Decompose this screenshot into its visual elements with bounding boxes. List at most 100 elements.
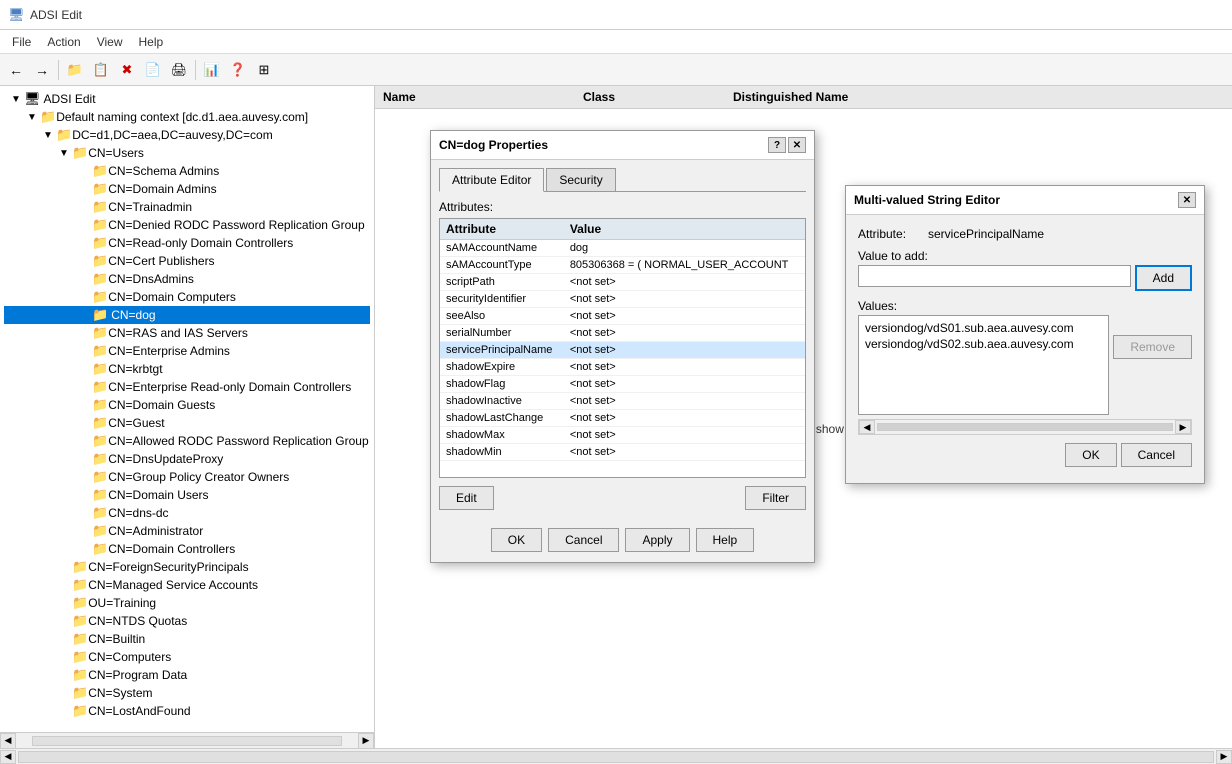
tree-label-denied-rodc: CN=Denied RODC Password Replication Grou… [108, 218, 364, 232]
tree-label-gpo: CN=Group Policy Creator Owners [108, 470, 289, 484]
expand-icon-users[interactable]: ▼ [56, 145, 72, 161]
tree-item-domain-controllers[interactable]: 📁 CN=Domain Controllers [4, 540, 370, 558]
col-header-name: Name [383, 90, 583, 104]
tree-label-users: CN=Users [88, 146, 144, 160]
tree-item-guest[interactable]: 📁 CN=Guest [4, 414, 370, 432]
tree-item-readonly-dc[interactable]: 📁 CN=Read-only Domain Controllers [4, 234, 370, 252]
menu-help[interactable]: Help [131, 33, 172, 51]
folder-icon-lost-found: 📁 [72, 703, 88, 719]
tree-item-enterprise-admins[interactable]: 📁 CN=Enterprise Admins [4, 342, 370, 360]
app-icon: 🖥 [8, 7, 24, 23]
hscroll-right[interactable]: ▶ [1216, 750, 1232, 764]
menu-view[interactable]: View [89, 33, 131, 51]
title-bar: 🖥 ADSI Edit [0, 0, 1232, 30]
scroll-track[interactable] [32, 736, 342, 746]
tree-label-administrator: CN=Administrator [108, 524, 203, 538]
left-panel: ▼ 🖥 ADSI Edit ▼ 📁 Default naming context… [0, 86, 375, 748]
tree-label-domain-computers: CN=Domain Computers [108, 290, 236, 304]
folder-icon-system: 📁 [72, 685, 88, 701]
folder-icon-program-data: 📁 [72, 667, 88, 683]
tree-item-enterprise-rodc[interactable]: 📁 CN=Enterprise Read-only Domain Control… [4, 378, 370, 396]
toolbar-print[interactable]: 🖨 [167, 58, 191, 82]
toolbar-grid[interactable]: ⊞ [252, 58, 276, 82]
tree-item-dns-update-proxy[interactable]: 📁 CN=DnsUpdateProxy [4, 450, 370, 468]
scroll-right-btn[interactable]: ▶ [358, 733, 374, 749]
tree-item-computers[interactable]: 📁 CN=Computers [4, 648, 370, 666]
toolbar-properties[interactable]: 📄 [141, 58, 165, 82]
tree-label-enterprise-admins: CN=Enterprise Admins [108, 344, 230, 358]
tree-item-system[interactable]: 📁 CN=System [4, 684, 370, 702]
tree-item-administrator[interactable]: 📁 CN=Administrator [4, 522, 370, 540]
tree-item-foreign-security[interactable]: 📁 CN=ForeignSecurityPrincipals [4, 558, 370, 576]
tree-label-domain-controllers: CN=Domain Controllers [108, 542, 235, 556]
tree-item-dns-dc[interactable]: 📁 CN=dns-dc [4, 504, 370, 522]
tree-item-users[interactable]: ▼ 📁 CN=Users [4, 144, 370, 162]
tree-item-cn-dog[interactable]: 📁 CN=dog [4, 306, 370, 324]
expand-icon-root[interactable]: ▼ [8, 91, 24, 107]
scroll-left-btn[interactable]: ◀ [0, 733, 16, 749]
tree-horizontal-scrollbar[interactable]: ◀ ▶ [0, 732, 374, 748]
tree-item-ras-ias[interactable]: 📁 CN=RAS and IAS Servers [4, 324, 370, 342]
toolbar-back[interactable]: ← [4, 58, 28, 82]
folder-icon-krbtgt: 📁 [92, 361, 108, 377]
folder-icon-gpo: 📁 [92, 469, 108, 485]
tree-label-allowed-rodc: CN=Allowed RODC Password Replication Gro… [108, 434, 368, 448]
tree-item-program-data[interactable]: 📁 CN=Program Data [4, 666, 370, 684]
tree-item-dc[interactable]: ▼ 📁 DC=d1,DC=aea,DC=auvesy,DC=com [4, 126, 370, 144]
toolbar-sep-1 [58, 60, 59, 80]
tree-item-domain-computers[interactable]: 📁 CN=Domain Computers [4, 288, 370, 306]
tree-item-domain-users[interactable]: 📁 CN=Domain Users [4, 486, 370, 504]
tree-item-ntds-quotas[interactable]: 📁 CN=NTDS Quotas [4, 612, 370, 630]
toolbar-chart[interactable]: 📊 [200, 58, 224, 82]
tree-label-root: ADSI Edit [44, 92, 96, 106]
hscroll-left[interactable]: ◀ [0, 750, 16, 764]
folder-icon-dc: 📁 [56, 127, 72, 143]
tree-label-domain-guests: CN=Domain Guests [108, 398, 215, 412]
tree-item-krbtgt[interactable]: 📁 CN=krbtgt [4, 360, 370, 378]
tree-item-cert-publishers[interactable]: 📁 CN=Cert Publishers [4, 252, 370, 270]
tree-item-gpo[interactable]: 📁 CN=Group Policy Creator Owners [4, 468, 370, 486]
folder-icon-ou-training: 📁 [72, 595, 88, 611]
tree-label-lost-found: CN=LostAndFound [88, 704, 190, 718]
tree-item-managed-service[interactable]: 📁 CN=Managed Service Accounts [4, 576, 370, 594]
folder-icon-readonly-dc: 📁 [92, 235, 108, 251]
bottom-scrollbar[interactable] [18, 751, 1214, 763]
folder-icon-builtin: 📁 [72, 631, 88, 647]
tree-item-lost-found[interactable]: 📁 CN=LostAndFound [4, 702, 370, 720]
menu-file[interactable]: File [4, 33, 39, 51]
tree-item-root[interactable]: ▼ 🖥 ADSI Edit [4, 90, 370, 108]
tree-item-ou-training[interactable]: 📁 OU=Training [4, 594, 370, 612]
tree-item-naming[interactable]: ▼ 📁 Default naming context [dc.d1.aea.au… [4, 108, 370, 126]
toolbar-help[interactable]: ❓ [226, 58, 250, 82]
right-content-empty: There are no items to show in this view. [375, 109, 1232, 748]
tree-item-dns-admins[interactable]: 📁 CN=DnsAdmins [4, 270, 370, 288]
folder-icon-dns-dc: 📁 [92, 505, 108, 521]
tree-item-domain-admins[interactable]: 📁 CN=Domain Admins [4, 180, 370, 198]
folder-icon-naming: 📁 [40, 109, 56, 125]
folder-icon-enterprise-rodc: 📁 [92, 379, 108, 395]
toolbar-copy[interactable]: 📋 [89, 58, 113, 82]
toolbar-delete[interactable]: ✖ [115, 58, 139, 82]
tree-container[interactable]: ▼ 🖥 ADSI Edit ▼ 📁 Default naming context… [0, 86, 374, 732]
tree-item-domain-guests[interactable]: 📁 CN=Domain Guests [4, 396, 370, 414]
tree-label-guest: CN=Guest [108, 416, 164, 430]
tree-item-allowed-rodc[interactable]: 📁 CN=Allowed RODC Password Replication G… [4, 432, 370, 450]
tree-item-builtin[interactable]: 📁 CN=Builtin [4, 630, 370, 648]
tree-label-krbtgt: CN=krbtgt [108, 362, 162, 376]
right-panel: Name Class Distinguished Name There are … [375, 86, 1232, 748]
tree-label-dc: DC=d1,DC=aea,DC=auvesy,DC=com [72, 128, 273, 142]
tree-item-schema-admins[interactable]: 📁 CN=Schema Admins [4, 162, 370, 180]
menu-action[interactable]: Action [39, 33, 88, 51]
folder-icon-guest: 📁 [92, 415, 108, 431]
expand-icon-naming[interactable]: ▼ [24, 109, 40, 125]
folder-icon-ntds-quotas: 📁 [72, 613, 88, 629]
toolbar: ← → 📁 📋 ✖ 📄 🖨 📊 ❓ ⊞ [0, 54, 1232, 86]
tree-label-managed-service: CN=Managed Service Accounts [88, 578, 258, 592]
tree-label-cn-dog: CN=dog [111, 308, 155, 322]
expand-icon-dc[interactable]: ▼ [40, 127, 56, 143]
toolbar-forward[interactable]: → [30, 58, 54, 82]
tree-item-denied-rodc[interactable]: 📁 CN=Denied RODC Password Replication Gr… [4, 216, 370, 234]
tree-item-trainadmin[interactable]: 📁 CN=Trainadmin [4, 198, 370, 216]
tree-label-ou-training: OU=Training [88, 596, 156, 610]
toolbar-folder[interactable]: 📁 [63, 58, 87, 82]
